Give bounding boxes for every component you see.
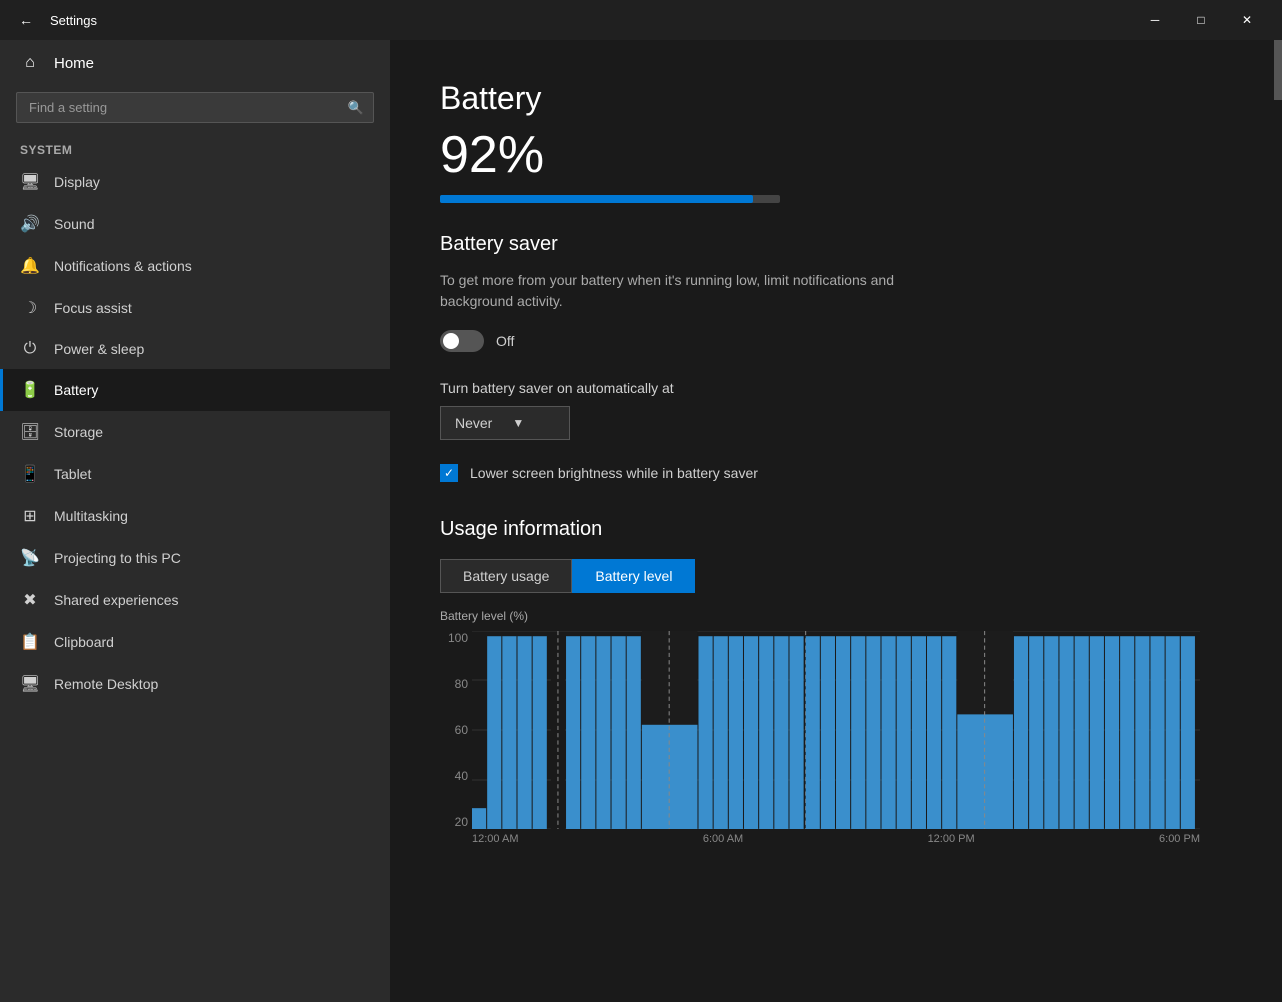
notifications-label: Notifications & actions — [54, 258, 192, 274]
sidebar-item-storage[interactable]: 🗄 Storage — [0, 411, 390, 453]
auto-label: Turn battery saver on automatically at — [440, 380, 1232, 396]
shared-label: Shared experiences — [54, 592, 179, 608]
usage-title: Usage information — [440, 518, 1232, 541]
display-label: Display — [54, 174, 100, 190]
x-label-noon: 12:00 PM — [928, 833, 975, 851]
sidebar-item-tablet[interactable]: 📱 Tablet — [0, 453, 390, 495]
home-label: Home — [54, 55, 94, 72]
toggle-knob — [443, 333, 459, 349]
focus-icon: ☽ — [20, 298, 40, 318]
close-button[interactable]: ✕ — [1224, 0, 1270, 40]
sidebar-item-multitasking[interactable]: ⊞ Multitasking — [0, 495, 390, 537]
storage-icon: 🗄 — [20, 422, 40, 442]
remote-icon: 🖥 — [20, 674, 40, 694]
toggle-track — [440, 330, 484, 352]
projecting-label: Projecting to this PC — [54, 550, 181, 566]
search-icon: 🔍 — [348, 100, 364, 116]
x-label-6pm: 6:00 PM — [1159, 833, 1200, 851]
sidebar-item-focus[interactable]: ☽ Focus assist — [0, 287, 390, 329]
x-label-midnight: 12:00 AM — [472, 833, 518, 851]
shared-icon: ✖ — [20, 590, 40, 610]
sidebar-item-sound[interactable]: 🔊 Sound — [0, 203, 390, 245]
power-icon: ⏻ — [20, 340, 40, 358]
sound-label: Sound — [54, 216, 94, 232]
minimize-button[interactable]: ─ — [1132, 0, 1178, 40]
chevron-down-icon: ▼ — [512, 416, 524, 430]
clipboard-label: Clipboard — [54, 634, 114, 650]
title-bar: ← Settings ─ □ ✕ — [0, 0, 1282, 40]
y-label-60: 60 — [440, 723, 468, 737]
app-body: ⌂ Home 🔍 System 🖥 Display 🔊 Sound 🔔 Noti… — [0, 40, 1282, 1002]
sidebar-item-clipboard[interactable]: 📋 Clipboard — [0, 621, 390, 663]
battery-bar-fill — [440, 195, 753, 203]
tab-battery-usage[interactable]: Battery usage — [440, 559, 572, 593]
x-label-6am: 6:00 AM — [703, 833, 743, 851]
search-container: 🔍 — [16, 92, 374, 123]
app-title: Settings — [50, 13, 97, 28]
search-input[interactable] — [16, 92, 374, 123]
clipboard-icon: 📋 — [20, 632, 40, 652]
sidebar-item-projecting[interactable]: 📡 Projecting to this PC — [0, 537, 390, 579]
chart-container: 100 80 60 40 20 — [440, 631, 1200, 851]
sidebar-item-notifications[interactable]: 🔔 Notifications & actions — [0, 245, 390, 287]
dropdown-value: Never — [455, 415, 492, 431]
chart-bars — [472, 631, 1200, 829]
toggle-label: Off — [496, 333, 514, 349]
storage-label: Storage — [54, 424, 103, 440]
battery-icon: 🔋 — [20, 380, 40, 400]
back-button[interactable]: ← — [12, 6, 40, 34]
sidebar-item-power[interactable]: ⏻ Power & sleep — [0, 329, 390, 369]
sidebar-item-home[interactable]: ⌂ Home — [0, 40, 390, 86]
tablet-icon: 📱 — [20, 464, 40, 484]
projecting-icon: 📡 — [20, 548, 40, 568]
display-icon: 🖥 — [20, 172, 40, 192]
battery-label: Battery — [54, 382, 98, 398]
main-content: Battery 92% Battery saver To get more fr… — [390, 40, 1282, 1002]
focus-label: Focus assist — [54, 300, 132, 316]
checkbox-row: ✓ Lower screen brightness while in batte… — [440, 464, 1232, 482]
y-label-80: 80 — [440, 677, 468, 691]
notifications-icon: 🔔 — [20, 256, 40, 276]
tablet-label: Tablet — [54, 466, 91, 482]
sidebar-item-shared[interactable]: ✖ Shared experiences — [0, 579, 390, 621]
tab-row: Battery usage Battery level — [440, 559, 1232, 593]
battery-saver-desc: To get more from your battery when it's … — [440, 270, 960, 312]
sidebar-item-battery[interactable]: 🔋 Battery — [0, 369, 390, 411]
page-title: Battery — [440, 80, 1232, 117]
multitasking-label: Multitasking — [54, 508, 128, 524]
battery-saver-toggle[interactable] — [440, 330, 484, 352]
check-icon: ✓ — [444, 466, 454, 480]
power-label: Power & sleep — [54, 341, 144, 357]
sidebar: ⌂ Home 🔍 System 🖥 Display 🔊 Sound 🔔 Noti… — [0, 40, 390, 1002]
battery-bar-container — [440, 195, 780, 203]
home-icon: ⌂ — [20, 54, 40, 72]
sidebar-item-remote[interactable]: 🖥 Remote Desktop — [0, 663, 390, 705]
sidebar-item-display[interactable]: 🖥 Display — [0, 161, 390, 203]
battery-percent: 92% — [440, 125, 1232, 185]
multitasking-icon: ⊞ — [20, 506, 40, 526]
x-axis: 12:00 AM 6:00 AM 12:00 PM 6:00 PM — [472, 829, 1200, 851]
toggle-row: Off — [440, 330, 1232, 352]
tab-battery-level[interactable]: Battery level — [572, 559, 695, 593]
auto-dropdown[interactable]: Never ▼ — [440, 406, 570, 440]
sound-icon: 🔊 — [20, 214, 40, 234]
battery-saver-title: Battery saver — [440, 233, 1232, 256]
brightness-checkbox[interactable]: ✓ — [440, 464, 458, 482]
chart-label: Battery level (%) — [440, 609, 1232, 623]
remote-label: Remote Desktop — [54, 676, 158, 692]
window-controls: ─ □ ✕ — [1132, 0, 1270, 40]
maximize-button[interactable]: □ — [1178, 0, 1224, 40]
checkbox-label: Lower screen brightness while in battery… — [470, 465, 758, 481]
section-label: System — [0, 133, 390, 161]
scrollbar-thumb[interactable] — [1274, 40, 1282, 100]
y-label-100: 100 — [440, 631, 468, 645]
y-label-20: 20 — [440, 815, 468, 829]
y-label-40: 40 — [440, 769, 468, 783]
scrollbar-track[interactable] — [1274, 40, 1282, 1002]
chart-svg — [472, 631, 1200, 829]
